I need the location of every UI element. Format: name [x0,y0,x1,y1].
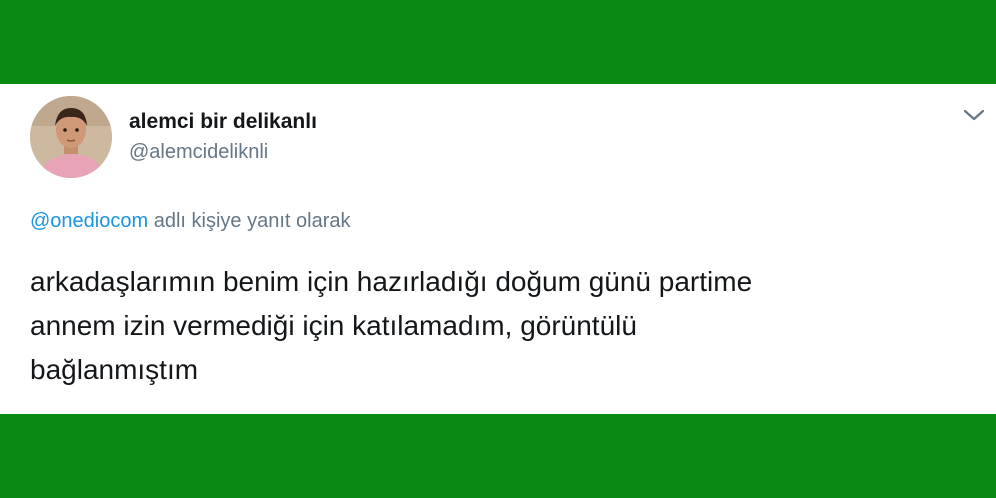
user-handle[interactable]: @alemcideliknli [129,141,268,164]
avatar-image [30,96,112,178]
avatar[interactable] [30,96,112,178]
reply-mention-link[interactable]: @onediocom [30,210,148,232]
display-name[interactable]: alemci bir delikanlı [129,110,317,134]
tweet-text-line: arkadaşlarımın benim için hazırladığı do… [30,266,753,297]
tweet-text-line: annem izin vermediği için katılamadım, g… [30,310,637,341]
tweet-text: arkadaşlarımın benim için hazırladığı do… [30,260,970,392]
tweet-text-line: bağlanmıştım [30,354,199,385]
reply-context: @onediocom adlı kişiye yanıt olarak [30,210,350,233]
chevron-down-icon[interactable] [962,106,986,124]
tweet-card: alemci bir delikanlı @alemcideliknli @on… [0,84,996,414]
reply-context-text: adlı kişiye yanıt olarak [148,210,351,232]
